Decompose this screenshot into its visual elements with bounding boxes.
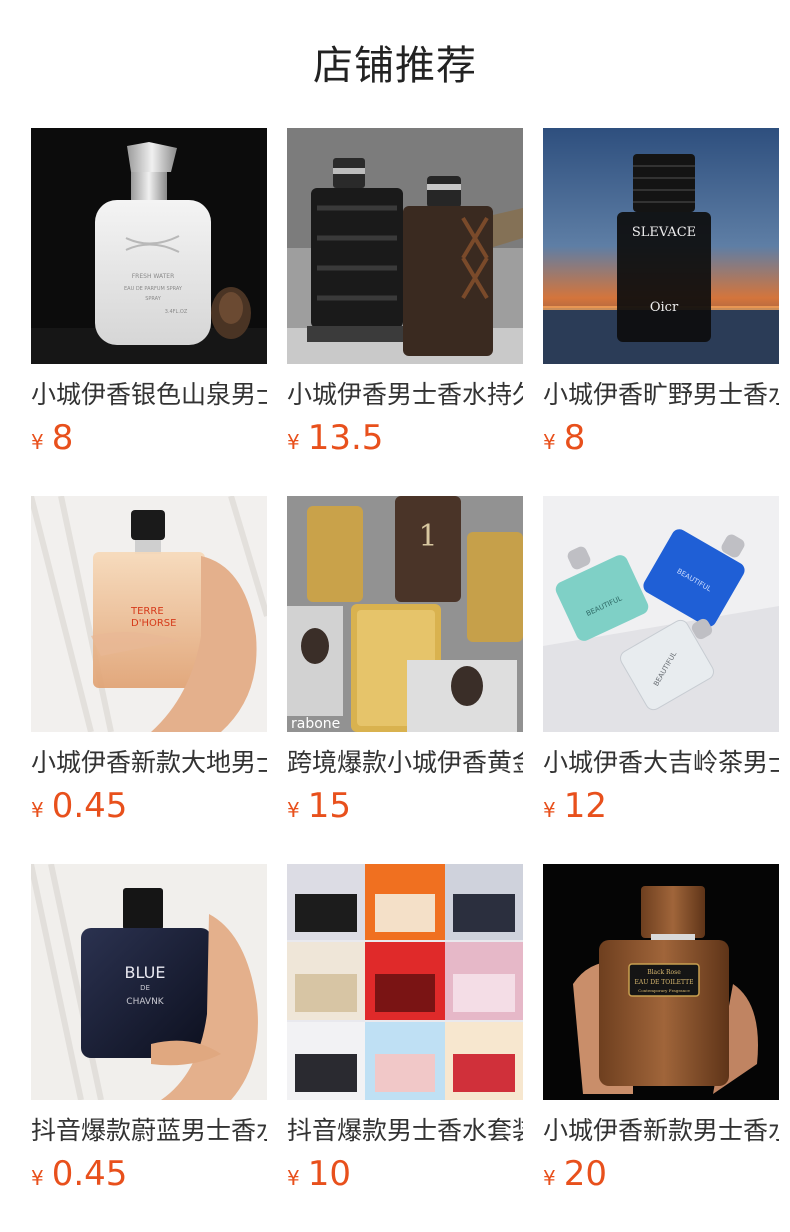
page-title: 店铺推荐: [313, 43, 477, 89]
bottle-label-text: CHAVNK: [126, 997, 165, 1007]
product-image[interactable]: FRESH WATER EAU DE PARFUM SPRAY SPRAY 3.…: [31, 128, 267, 364]
product-name[interactable]: 小城伊香大吉岭茶男士香水: [543, 746, 779, 780]
product-card[interactable]: 抖音爆款男士香水套装 ¥10: [287, 864, 523, 1232]
bottle-label-text: rabone: [291, 716, 340, 732]
price-amount: 12: [563, 786, 607, 826]
product-price: ¥20: [543, 1154, 779, 1194]
currency-symbol: ¥: [543, 1166, 556, 1190]
product-price: ¥8: [31, 418, 267, 458]
currency-symbol: ¥: [543, 798, 556, 822]
product-image[interactable]: SLEVACE Oicr: [543, 128, 779, 364]
product-grid: FRESH WATER EAU DE PARFUM SPRAY SPRAY 3.…: [31, 128, 779, 1232]
product-price: ¥13.5: [287, 418, 523, 458]
product-name[interactable]: 抖音爆款蔚蓝男士香水: [31, 1114, 267, 1148]
bottle-label-text: Black Rose: [647, 969, 681, 976]
bottle-label-text: Oicr: [650, 300, 679, 315]
price-amount: 0.45: [51, 786, 128, 826]
product-image[interactable]: 1 rabone: [287, 496, 523, 732]
product-image[interactable]: BEAUTIFUL BEAUTIFUL BEAUTIFUL: [543, 496, 779, 732]
price-amount: 0.45: [51, 1154, 128, 1194]
bottle-label-text: SLEVACE: [632, 225, 696, 240]
product-name[interactable]: 小城伊香旷野男士香水: [543, 378, 779, 412]
product-card[interactable]: 1 rabone 跨境爆款小城伊香黄金男士香水 ¥15: [287, 496, 523, 864]
product-card[interactable]: BLUE DE CHAVNK 抖音爆款蔚蓝男士香水 ¥0.45: [31, 864, 267, 1232]
currency-symbol: ¥: [287, 430, 300, 454]
bottle-label-text: EAU DE TOILETTE: [635, 979, 694, 986]
product-card[interactable]: FRESH WATER EAU DE PARFUM SPRAY SPRAY 3.…: [31, 128, 267, 496]
currency-symbol: ¥: [31, 1166, 44, 1190]
bottle-label-text: D'HORSE: [131, 618, 176, 629]
product-price: ¥0.45: [31, 1154, 267, 1194]
bottle-label-text: 1: [418, 519, 437, 554]
product-card[interactable]: BEAUTIFUL BEAUTIFUL BEAUTIFUL 小城伊香大吉岭茶男士…: [543, 496, 779, 864]
price-amount: 8: [51, 418, 74, 458]
bottle-label-text: DE: [140, 984, 150, 992]
product-name[interactable]: 小城伊香新款大地男士香水: [31, 746, 267, 780]
product-image[interactable]: [287, 128, 523, 364]
product-card[interactable]: 小城伊香男士香水持久留香 ¥13.5: [287, 128, 523, 496]
product-card[interactable]: Black Rose EAU DE TOILETTE Contemporary …: [543, 864, 779, 1232]
price-amount: 10: [307, 1154, 351, 1194]
currency-symbol: ¥: [31, 430, 44, 454]
product-name[interactable]: 小城伊香男士香水持久留香: [287, 378, 523, 412]
currency-symbol: ¥: [287, 798, 300, 822]
product-name[interactable]: 跨境爆款小城伊香黄金男士香水: [287, 746, 523, 780]
product-card[interactable]: TERRE D'HORSE 小城伊香新款大地男士香水 ¥0.45: [31, 496, 267, 864]
bottle-label-text: 3.4FL.OZ: [165, 309, 188, 315]
product-image[interactable]: TERRE D'HORSE: [31, 496, 267, 732]
price-amount: 15: [307, 786, 351, 826]
bottle-label-text: FRESH WATER: [132, 273, 175, 280]
product-name[interactable]: 小城伊香银色山泉男士香水: [31, 378, 267, 412]
bottle-label-text: EAU DE PARFUM SPRAY: [124, 286, 183, 292]
currency-symbol: ¥: [287, 1166, 300, 1190]
product-price: ¥15: [287, 786, 523, 826]
product-price: ¥0.45: [31, 786, 267, 826]
product-image[interactable]: BLUE DE CHAVNK: [31, 864, 267, 1100]
bottle-label-text: BLUE: [125, 963, 166, 982]
product-image[interactable]: Black Rose EAU DE TOILETTE Contemporary …: [543, 864, 779, 1100]
currency-symbol: ¥: [543, 430, 556, 454]
product-image[interactable]: [287, 864, 523, 1100]
currency-symbol: ¥: [31, 798, 44, 822]
product-card[interactable]: SLEVACE Oicr 小城伊香旷野男士香水 ¥8: [543, 128, 779, 496]
bottle-label-text: TERRE: [130, 606, 164, 617]
price-amount: 20: [563, 1154, 607, 1194]
price-amount: 8: [563, 418, 586, 458]
product-name[interactable]: 抖音爆款男士香水套装: [287, 1114, 523, 1148]
bottle-label-text: SPRAY: [145, 296, 161, 302]
bottle-label-text: Contemporary Fragrance: [638, 988, 690, 993]
price-amount: 13.5: [307, 418, 384, 458]
product-price: ¥8: [543, 418, 779, 458]
product-price: ¥10: [287, 1154, 523, 1194]
product-price: ¥12: [543, 786, 779, 826]
product-name[interactable]: 小城伊香新款男士香水: [543, 1114, 779, 1148]
